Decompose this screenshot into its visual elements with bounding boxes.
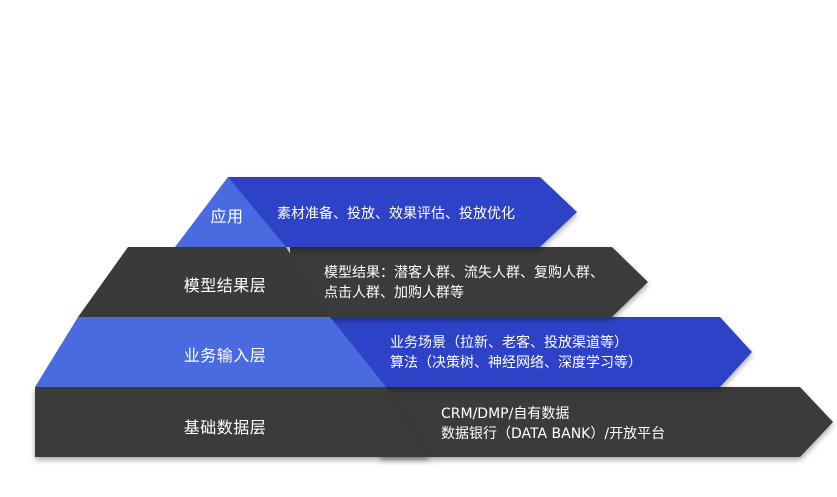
layer-label-application: 应用 bbox=[210, 207, 244, 226]
layer-label-base-data: 基础数据层 bbox=[183, 418, 267, 437]
desc-line: 数据银行（DATA BANK）/开放平台 bbox=[441, 426, 666, 442]
desc-line: 模型结果：潜客人群、流失人群、复购人群、 bbox=[324, 265, 604, 281]
desc-line: 业务场景（拉新、老客、投放渠道等） bbox=[390, 335, 628, 351]
layer-desc-business-input: 业务场景（拉新、老客、投放渠道等） 算法（决策树、神经网络、深度学习等） bbox=[390, 333, 642, 373]
layer-desc-application: 素材准备、投放、效果评估、投放优化 bbox=[277, 204, 515, 224]
pyramid-diagram: 应用 模型结果层 业务输入层 基础数据层 素材准备、投放、效果评估、投放优化 模… bbox=[0, 0, 837, 497]
layer-label-model-result: 模型结果层 bbox=[183, 276, 267, 295]
desc-line: 素材准备、投放、效果评估、投放优化 bbox=[277, 206, 515, 222]
desc-line: 算法（决策树、神经网络、深度学习等） bbox=[390, 355, 642, 371]
layer-desc-model-result: 模型结果：潜客人群、流失人群、复购人群、 点击人群、加购人群等 bbox=[324, 263, 604, 303]
layer-desc-base-data: CRM/DMP/自有数据 数据银行（DATA BANK）/开放平台 bbox=[441, 404, 665, 444]
layer-label-business-input: 业务输入层 bbox=[183, 346, 267, 365]
desc-line: CRM/DMP/自有数据 bbox=[441, 406, 570, 422]
pyramid-graphic bbox=[35, 177, 833, 457]
desc-line: 点击人群、加购人群等 bbox=[324, 285, 464, 301]
